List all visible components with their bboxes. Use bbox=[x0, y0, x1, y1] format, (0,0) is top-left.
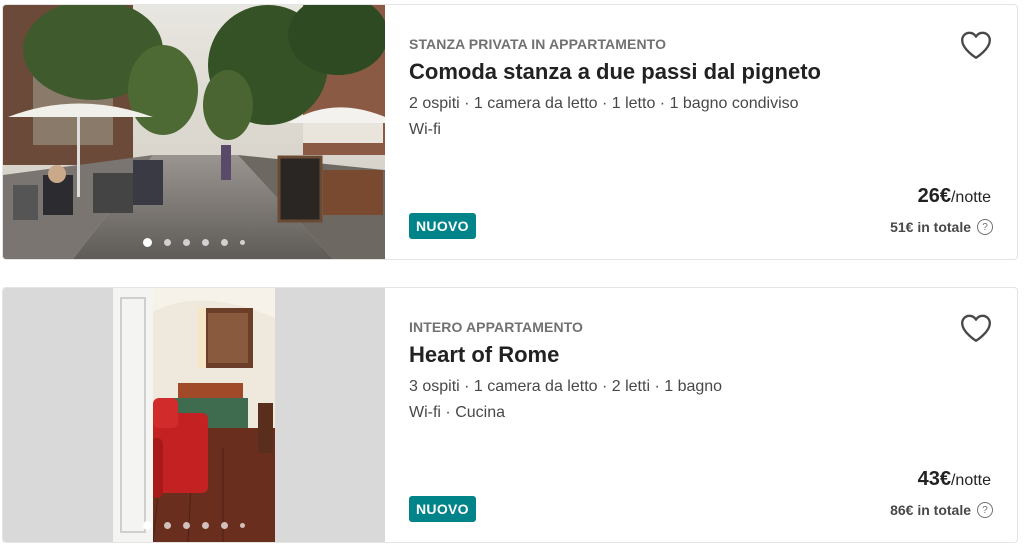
carousel-dot[interactable] bbox=[221, 522, 228, 529]
listing-details: 3 ospiti · 1 camera da letto · 2 letti ·… bbox=[409, 378, 723, 395]
listing-type: INTERO APPARTAMENTO bbox=[409, 319, 584, 335]
carousel-dot[interactable] bbox=[183, 522, 190, 529]
bedroom-photo bbox=[3, 288, 385, 542]
listing-title[interactable]: Comoda stanza a due passi dal pigneto bbox=[409, 59, 821, 85]
carousel-dot[interactable] bbox=[240, 240, 245, 245]
listing-photo-room[interactable] bbox=[3, 288, 385, 542]
heart-icon-svg bbox=[961, 314, 991, 342]
carousel-dot[interactable] bbox=[183, 239, 190, 246]
listing-info[interactable]: INTERO APPARTAMENTO Heart of Rome 3 ospi… bbox=[409, 288, 1017, 542]
new-badge: NUOVO bbox=[409, 496, 476, 522]
carousel-dot[interactable] bbox=[202, 239, 209, 246]
listing-card[interactable]: STANZA PRIVATA IN APPARTAMENTO Comoda st… bbox=[2, 4, 1018, 260]
carousel-dot[interactable] bbox=[202, 522, 209, 529]
new-badge: NUOVO bbox=[409, 213, 476, 239]
help-icon[interactable]: ? bbox=[977, 219, 993, 235]
carousel-dot-active[interactable] bbox=[143, 238, 152, 247]
price-unit: /notte bbox=[950, 472, 991, 489]
street-cafe-photo bbox=[3, 5, 385, 259]
photo-carousel-dots[interactable] bbox=[3, 521, 385, 530]
total-price-label: 51€ in totale bbox=[890, 219, 971, 235]
photo-carousel-dots[interactable] bbox=[3, 238, 385, 247]
nightly-price: 26€/notte bbox=[918, 185, 991, 208]
carousel-dot[interactable] bbox=[221, 239, 228, 246]
listing-photo-street[interactable] bbox=[3, 5, 385, 259]
listing-title[interactable]: Heart of Rome bbox=[409, 342, 559, 368]
total-price: 51€ in totale ? bbox=[890, 219, 993, 235]
carousel-dot[interactable] bbox=[240, 523, 245, 528]
listing-amenities: Wi-fi bbox=[409, 121, 441, 138]
nightly-price: 43€/notte bbox=[918, 468, 991, 491]
listing-details: 2 ospiti · 1 camera da letto · 1 letto ·… bbox=[409, 95, 799, 112]
listing-type: STANZA PRIVATA IN APPARTAMENTO bbox=[409, 36, 667, 52]
listing-amenities: Wi-fi · Cucina bbox=[409, 404, 506, 421]
heart-icon-svg bbox=[961, 31, 991, 59]
help-icon[interactable]: ? bbox=[977, 502, 993, 518]
total-price: 86€ in totale ? bbox=[890, 502, 993, 518]
heart-icon[interactable] bbox=[959, 312, 993, 344]
carousel-dot-active[interactable] bbox=[143, 521, 152, 530]
price-amount: 43€ bbox=[917, 468, 951, 490]
price-amount: 26€ bbox=[917, 185, 951, 207]
total-price-label: 86€ in totale bbox=[890, 502, 971, 518]
carousel-dot[interactable] bbox=[164, 522, 171, 529]
carousel-dot[interactable] bbox=[164, 239, 171, 246]
listing-info[interactable]: STANZA PRIVATA IN APPARTAMENTO Comoda st… bbox=[409, 5, 1017, 259]
price-unit: /notte bbox=[950, 189, 991, 206]
listing-card[interactable]: INTERO APPARTAMENTO Heart of Rome 3 ospi… bbox=[2, 287, 1018, 543]
heart-icon[interactable] bbox=[959, 29, 993, 61]
